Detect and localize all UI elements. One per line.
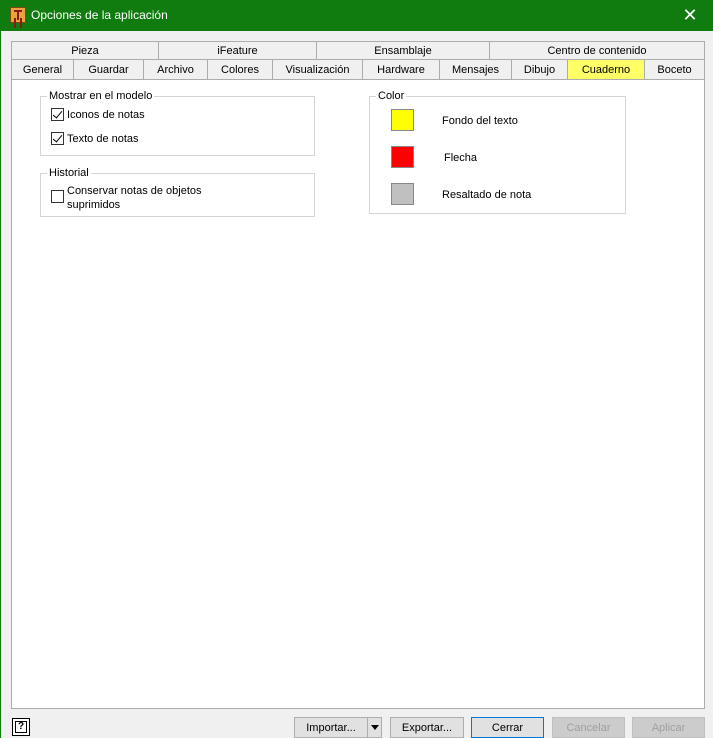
tab-row-bottom: General Guardar Archivo Colores Visualiz… xyxy=(11,59,705,79)
importar-button[interactable]: Importar... xyxy=(294,717,368,738)
tab-centro-de-contenido[interactable]: Centro de contenido xyxy=(490,41,705,59)
color-label-resaltado-de-nota: Resaltado de nota xyxy=(442,189,532,201)
cerrar-button[interactable]: Cerrar xyxy=(471,717,544,738)
checkbox-iconos-de-notas[interactable]: Iconos de notas xyxy=(51,108,145,122)
tab-hardware[interactable]: Hardware xyxy=(363,59,440,79)
checkbox-conservar-notas[interactable]: Conservar notas de objetos suprimidos xyxy=(51,184,202,212)
checkbox-box[interactable] xyxy=(51,190,64,203)
checkbox-label-line2: suprimidos xyxy=(67,199,121,211)
tab-general[interactable]: General xyxy=(11,59,74,79)
aplicar-button[interactable]: Aplicar xyxy=(632,717,705,738)
color-label-flecha: Flecha xyxy=(444,152,478,164)
group-legend-mostrar: Mostrar en el modelo xyxy=(47,90,155,102)
window-border xyxy=(0,31,1,738)
checkbox-box[interactable] xyxy=(51,132,64,145)
window-title: Opciones de la aplicación xyxy=(31,8,168,22)
color-swatch-fondo-del-texto[interactable] xyxy=(391,109,414,131)
tab-ensamblaje[interactable]: Ensamblaje xyxy=(317,41,490,59)
tab-colores[interactable]: Colores xyxy=(208,59,273,79)
close-button[interactable]: ✕ xyxy=(667,0,713,31)
checkbox-texto-de-notas[interactable]: Texto de notas xyxy=(51,132,139,146)
help-button[interactable]: ? xyxy=(12,718,30,736)
group-legend-historial: Historial xyxy=(47,167,91,179)
tab-visualizacion[interactable]: Visualización xyxy=(273,59,363,79)
tab-pieza[interactable]: Pieza xyxy=(11,41,159,59)
tab-ifeature[interactable]: iFeature xyxy=(159,41,317,59)
checkbox-label: Iconos de notas xyxy=(67,109,145,121)
tab-archivo[interactable]: Archivo xyxy=(144,59,208,79)
checkbox-label: Texto de notas xyxy=(67,133,139,145)
tab-dibujo[interactable]: Dibujo xyxy=(512,59,568,79)
group-legend-color: Color xyxy=(376,90,407,102)
tab-panel-cuaderno: Mostrar en el modelo Iconos de notas Tex… xyxy=(11,79,705,709)
cancelar-button[interactable]: Cancelar xyxy=(552,717,625,738)
tab-guardar[interactable]: Guardar xyxy=(74,59,144,79)
checkbox-label-line1: Conservar notas de objetos xyxy=(67,185,202,197)
group-historial: Historial Conservar notas de objetos sup… xyxy=(40,167,315,217)
tab-row-top: Pieza iFeature Ensamblaje Centro de cont… xyxy=(11,41,705,59)
inventor-app-icon xyxy=(10,7,26,23)
checkbox-box[interactable] xyxy=(51,108,64,121)
group-color: Color Fondo del texto Flecha Resaltado d… xyxy=(369,90,626,214)
tab-cuaderno[interactable]: Cuaderno xyxy=(568,59,645,79)
checkbox-label: Conservar notas de objetos suprimidos xyxy=(67,184,202,212)
color-label-fondo-del-texto: Fondo del texto xyxy=(442,115,518,127)
tab-mensajes[interactable]: Mensajes xyxy=(440,59,512,79)
exportar-button[interactable]: Exportar... xyxy=(390,717,464,738)
color-swatch-resaltado-de-nota[interactable] xyxy=(391,183,414,205)
group-mostrar-en-el-modelo: Mostrar en el modelo Iconos de notas Tex… xyxy=(40,90,315,156)
help-icon: ? xyxy=(15,721,27,733)
color-swatch-flecha[interactable] xyxy=(391,146,414,168)
title-bar: Opciones de la aplicación ✕ xyxy=(0,0,713,31)
importar-dropdown-arrow-icon[interactable] xyxy=(367,717,382,738)
tab-boceto[interactable]: Boceto xyxy=(645,59,705,79)
